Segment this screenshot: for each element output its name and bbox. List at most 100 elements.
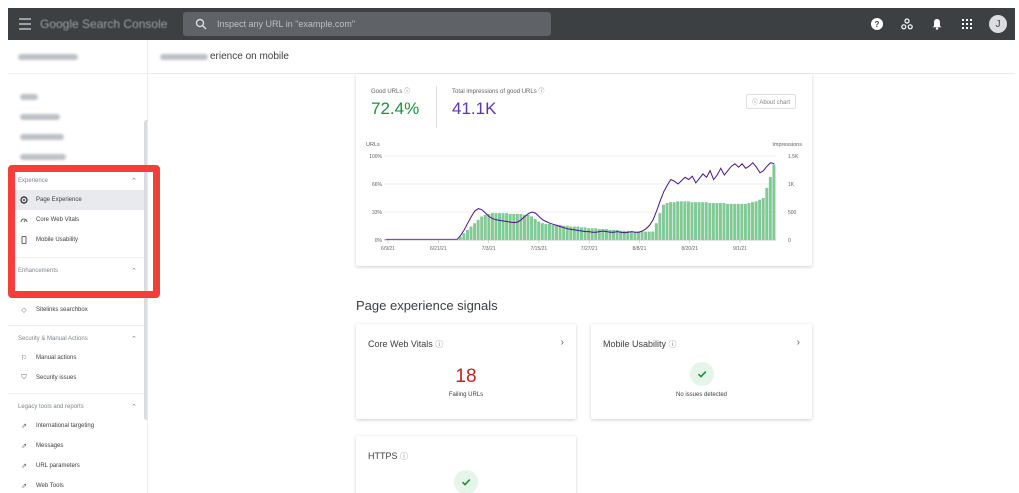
good-urls-bar: [694, 202, 697, 240]
apps-grid-icon[interactable]: [959, 16, 975, 32]
good-urls-bar: [526, 214, 530, 240]
external-link-icon: ⇗: [21, 443, 27, 450]
good-urls-bar: [608, 229, 612, 240]
url-inspection-search[interactable]: Inspect any URL in "example.com": [183, 12, 551, 36]
core-web-vitals-card[interactable]: Core Web Vitals ⓘ › 18 Failing URLs: [356, 324, 576, 419]
good-urls-bar: [487, 213, 491, 240]
signals-section-title: Page experience signals: [356, 298, 498, 313]
sidebar-item-messages[interactable]: ⇗ Messages: [8, 436, 147, 456]
good-urls-bar: [462, 233, 466, 240]
good-urls-bar: [754, 201, 758, 240]
help-icon[interactable]: ?: [869, 16, 885, 32]
menu-icon[interactable]: [16, 15, 34, 33]
good-urls-bar: [736, 203, 740, 240]
good-urls-bar: [633, 231, 637, 240]
good-urls-bar: [512, 213, 516, 240]
check-icon: [690, 362, 714, 386]
help-circle-icon[interactable]: ⓘ: [669, 340, 677, 349]
mobile-card-title: Mobile Usability: [603, 339, 667, 349]
x-tick-label: 7/15/21: [531, 246, 548, 252]
sidebar-item-web-tools[interactable]: ⇗ Web Tools: [8, 476, 147, 493]
good-urls-bar: [658, 213, 662, 240]
right-axis-title: Impressions: [772, 142, 802, 148]
good-urls-bar: [576, 226, 580, 240]
sidebar-item-sitelinks-searchbox[interactable]: ◇ Sitelinks searchbox: [8, 300, 147, 320]
notifications-bell-icon[interactable]: [929, 16, 945, 32]
good-urls-bar: [651, 231, 655, 240]
good-urls-bar: [708, 203, 712, 240]
x-tick-label: 9/1/21: [733, 246, 747, 252]
good-urls-bar: [718, 203, 722, 240]
shield-icon: ⛉: [21, 374, 27, 381]
good-urls-bar: [661, 204, 665, 240]
good-urls-bar: [722, 203, 726, 240]
good-urls-bar: [690, 202, 694, 240]
page-title-redacted: [160, 53, 208, 60]
page-header: erience on mobile: [148, 40, 1015, 74]
sidebar-item-manual-actions[interactable]: ⚐ Manual actions: [8, 348, 147, 368]
top-app-bar: Google Search Console Inspect any URL in…: [8, 8, 1015, 40]
property-selector[interactable]: [8, 40, 147, 74]
left-axis-title: URLs: [366, 142, 380, 148]
left-tick-label: 0%: [375, 238, 383, 244]
good-urls-bar: [498, 213, 501, 240]
avatar[interactable]: J: [989, 15, 1007, 33]
good-urls-bar: [594, 228, 598, 240]
good-urls-bar: [490, 213, 494, 240]
check-icon: [454, 470, 478, 493]
good-urls-bar: [768, 177, 772, 240]
good-urls-bar: [733, 203, 737, 240]
good-urls-bar: [530, 216, 534, 240]
help-circle-icon[interactable]: ⓘ: [435, 340, 443, 349]
right-tick-label: 1.5K: [788, 154, 799, 160]
good-urls-bar: [644, 231, 648, 240]
security-section-label: Security & Manual Actions: [18, 336, 88, 342]
app-title[interactable]: Google Search Console: [40, 17, 170, 31]
security-section-header[interactable]: Security & Manual Actions ⌃: [8, 330, 147, 348]
nav-redacted-group: [8, 88, 147, 166]
good-urls-bar: [686, 201, 690, 240]
good-urls-bar: [697, 202, 701, 240]
good-urls-bar: [480, 216, 484, 240]
right-tick-label: 500: [788, 210, 797, 216]
good-urls-bar: [676, 201, 680, 240]
good-urls-bar: [701, 202, 705, 240]
good-urls-bar: [729, 203, 733, 240]
sidebar-item-security-issues[interactable]: ⛉ Security issues: [8, 368, 147, 388]
good-urls-bar: [583, 227, 587, 240]
good-urls-bar: [476, 219, 480, 240]
good-urls-bar: [711, 203, 715, 240]
highlight-annotation-box: [8, 165, 160, 298]
accounts-icon[interactable]: [899, 16, 915, 32]
good-urls-bar: [565, 225, 569, 240]
good-urls-bar: [544, 224, 548, 240]
good-urls-bar: [740, 203, 744, 240]
good-urls-bar: [580, 227, 583, 240]
legacy-section-label: Legacy tools and reports: [18, 404, 84, 410]
sidebar-item-international-targeting[interactable]: ⇗ International targeting: [8, 416, 147, 436]
diamond-icon: ◇: [21, 307, 27, 314]
good-urls-bar: [679, 201, 683, 240]
good-urls-bar: [537, 221, 541, 240]
https-card[interactable]: HTTPS ⓘ: [356, 436, 576, 493]
good-urls-chart: URLs Impressions 100% 66% 33% 0% 1.5K 1K 500 0 6/9…: [366, 142, 802, 252]
good-urls-bar: [629, 231, 633, 240]
page-experience-chart-card: Good URLs ⓘ 72.4% Total impressions of g…: [356, 74, 812, 266]
x-tick-label: 7/3/21: [482, 246, 496, 252]
chevron-up-icon: ⌃: [131, 404, 137, 411]
sidebar-item-url-parameters[interactable]: ⇗ URL parameters: [8, 456, 147, 476]
good-urls-bar: [590, 228, 594, 240]
help-circle-icon[interactable]: ⓘ: [400, 452, 408, 461]
chevron-right-icon[interactable]: ›: [561, 337, 564, 348]
left-tick-label: 33%: [372, 210, 383, 216]
good-urls-bar: [547, 224, 551, 240]
left-tick-label: 66%: [372, 182, 383, 188]
mobile-usability-card[interactable]: Mobile Usability ⓘ › No issues detected: [591, 324, 812, 419]
good-urls-bar: [672, 202, 676, 240]
chevron-right-icon[interactable]: ›: [797, 337, 800, 348]
good-urls-bar: [540, 223, 544, 240]
good-urls-bar: [533, 219, 537, 240]
legacy-section-header[interactable]: Legacy tools and reports ⌃: [8, 398, 147, 416]
external-link-icon: ⇗: [21, 483, 27, 490]
external-link-icon: ⇗: [21, 463, 27, 470]
